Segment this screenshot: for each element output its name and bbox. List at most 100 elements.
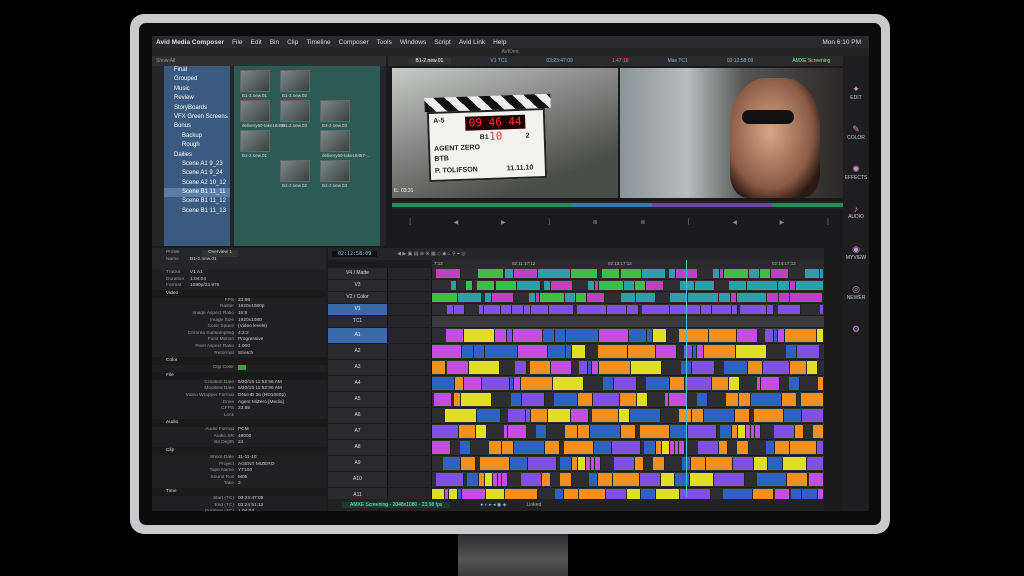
bin-folder[interactable]: Scene A1 9_23 [164,160,230,169]
clip[interactable] [592,361,599,374]
clip[interactable] [817,441,824,454]
clip[interactable] [482,377,510,390]
clip[interactable] [796,281,824,290]
clip[interactable] [624,281,635,290]
clip[interactable] [621,269,642,278]
clip[interactable] [653,457,665,470]
clip[interactable] [733,457,754,470]
clip[interactable] [447,361,469,374]
playhead[interactable] [686,260,687,497]
clip[interactable] [712,305,732,314]
clip[interactable] [572,345,586,358]
bin-folder[interactable]: Scene A2 10_12 [164,179,230,188]
bin-folder[interactable]: Music [164,85,230,94]
clip[interactable] [502,441,514,454]
clip[interactable] [662,441,670,454]
clip[interactable] [432,441,451,454]
clip[interactable] [521,473,542,486]
bin-folder[interactable]: Grouped [164,75,230,84]
clip[interactable] [635,457,644,470]
clip[interactable] [778,281,790,290]
clip[interactable] [514,377,521,390]
clip[interactable] [480,457,510,470]
clip[interactable] [786,345,797,358]
info-section-header[interactable]: Time [152,488,326,497]
track-name[interactable]: A6 [328,408,388,423]
clip[interactable] [783,457,807,470]
sidebar-audio-button[interactable]: ♪ AUDIO [843,204,869,220]
track-name[interactable]: V4 / Matte [328,268,388,279]
clip-thumbnail[interactable] [320,130,350,152]
clip[interactable] [459,425,476,438]
clip[interactable] [589,473,598,486]
clip[interactable] [749,269,760,278]
sidebar-newer-button[interactable]: ◎ NEWER [843,284,869,301]
link-status[interactable]: Linked [527,502,542,508]
clip[interactable] [485,473,493,486]
track-controls[interactable] [388,292,432,303]
clip[interactable] [489,441,502,454]
track-controls[interactable] [388,440,432,455]
track-name[interactable]: V2 / Color [328,292,388,303]
clip[interactable] [531,409,548,422]
clip[interactable] [517,281,541,290]
clip[interactable] [720,425,732,438]
track-controls[interactable] [388,268,432,279]
clip-thumbnail[interactable] [240,130,270,152]
track-controls[interactable] [388,304,432,315]
clip[interactable] [474,345,485,358]
clip[interactable] [446,329,464,342]
clip[interactable] [704,409,735,422]
clip[interactable] [692,409,704,422]
clip[interactable] [790,361,807,374]
overwrite-icon[interactable]: ⊗ [640,219,645,226]
clip[interactable] [588,281,595,290]
clip[interactable] [621,293,636,302]
clip[interactable] [676,269,698,278]
clip-thumbnail[interactable] [320,160,350,182]
clip[interactable] [555,329,566,342]
source-monitor[interactable]: 09 46 44 10 A-5 B1 2 AGENT ZERO BTB P. T… [392,68,618,198]
clip[interactable] [485,293,492,302]
clip[interactable] [736,345,767,358]
clip[interactable] [737,293,767,302]
clip[interactable] [599,361,631,374]
clip[interactable] [661,473,675,486]
track-name[interactable]: V3 [328,280,388,291]
clip[interactable] [680,281,695,290]
clip[interactable] [612,441,641,454]
clip[interactable] [548,409,571,422]
source-clip-name[interactable]: B1-2.new.01 [407,58,452,64]
clip[interactable] [443,457,461,470]
clip[interactable] [530,361,551,374]
clip-thumbnail[interactable] [280,160,310,182]
clip[interactable] [739,393,751,406]
clip[interactable] [760,269,771,278]
mark-in-icon[interactable]: [ [409,219,411,225]
clip[interactable] [795,425,804,438]
clip[interactable] [755,425,761,438]
bin-folder[interactable]: StoryBoards [164,104,230,113]
clip[interactable] [432,377,455,390]
track-name[interactable]: A9 [328,456,388,471]
clip[interactable] [740,305,767,314]
clip[interactable] [501,305,512,314]
clip[interactable] [598,473,613,486]
clip[interactable] [765,329,774,342]
clip[interactable] [704,345,736,358]
clip[interactable] [477,281,495,290]
splice-icon[interactable]: ⊕ [593,219,598,226]
clip[interactable] [495,329,507,342]
clip[interactable] [805,269,820,278]
track-name[interactable]: A5 [328,392,388,407]
menu-item-bin[interactable]: Bin [270,39,279,46]
clip[interactable] [679,441,685,454]
clip[interactable] [789,377,800,390]
clip[interactable] [599,281,624,290]
clip[interactable] [579,361,588,374]
track-name[interactable]: A10 [328,472,388,487]
clip[interactable] [807,361,818,374]
clip[interactable] [434,393,452,406]
track-controls[interactable] [388,360,432,375]
clip[interactable] [451,281,457,290]
